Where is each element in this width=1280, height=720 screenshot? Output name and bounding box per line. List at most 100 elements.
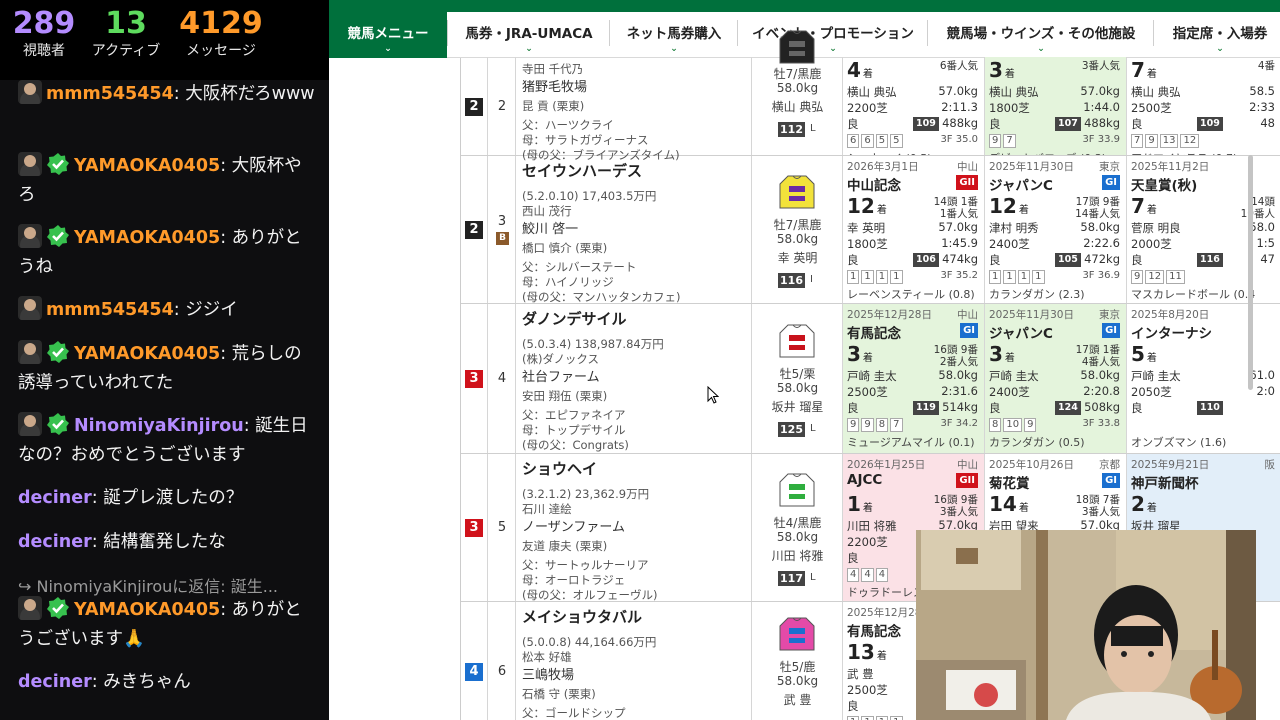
jockey-name[interactable]: 横山 典弘 <box>752 98 843 115</box>
chat-colon: : <box>91 672 104 692</box>
chevron-down-icon: ⌄ <box>1216 44 1224 54</box>
nav-divider <box>927 20 928 46</box>
field-info: 16頭 9番 3番人気 <box>933 494 978 518</box>
nav-item-2[interactable]: ネット馬券購入 ⌄ <box>611 12 737 58</box>
past-race: 2025年8月20日 インターナシ 5 着戸崎 圭太 61.0 2050芝 2:0 良 110 オ… <box>1127 304 1280 453</box>
jockey-name[interactable]: 川田 将雅 <box>752 547 843 564</box>
jockey-cell: 牡5/栗 58.0kg 坂井 瑠星 125 L <box>752 304 843 453</box>
chat-username[interactable]: mmm545454 <box>46 300 174 320</box>
race-distance: 1800芝 <box>847 237 888 251</box>
nav-item-4[interactable]: 競馬場・ウインズ・その他施設 ⌄ <box>929 12 1153 58</box>
corner-position: 6 <box>847 134 860 148</box>
race-track: 中山 <box>957 309 978 321</box>
chat-colon: : <box>220 156 232 176</box>
nav-item-5[interactable]: 指定席・入場券 ⌄ <box>1155 12 1280 58</box>
waku-cell: 4 <box>461 602 488 720</box>
finish-position: 12 着 <box>989 194 1029 218</box>
corner-position: 1 <box>861 716 874 720</box>
horse-name-link[interactable]: セイウンハーデス <box>522 160 642 181</box>
carried-weight: 58.0kg <box>776 674 819 688</box>
chat-text: 大阪杯だろwww <box>185 84 315 104</box>
past-race-cell[interactable]: 2025年11月30日 東京 ジャパンC GI 12 着 17頭 9番 14番人気 津村 明秀… <box>985 156 1127 303</box>
chat-colon: : <box>173 300 186 320</box>
past-race-cell[interactable]: 2025年11月30日 東京 ジャパンC GI 3 着 17頭 1番 4番人気 戸崎 圭太 58… <box>985 304 1127 453</box>
chat-username[interactable]: YAMAOKA0405 <box>74 600 220 620</box>
corner-position: 6 <box>861 134 874 148</box>
corner-position: 9 <box>847 418 860 432</box>
past-race-cell[interactable]: 2025年12月28日 中山 有馬記念 GI 3 着 16頭 9番 2番人気 戸崎 圭太 58.… <box>843 304 985 453</box>
webcam-image <box>916 530 1256 720</box>
chat-username[interactable]: NinomiyaKinjirou <box>74 416 244 436</box>
corner-position: 1 <box>1032 270 1045 284</box>
horse-info-line: 西山 茂行 <box>522 204 572 218</box>
chat-username[interactable]: deciner <box>18 488 92 508</box>
past-race-cell[interactable]: 2025年11月2日 天皇賞(秋) 7 着 14頭 10番人 菅原 明良 58.0 2000芝… <box>1127 156 1280 303</box>
chat-message: mmm545454: 大阪杯だろwww <box>18 80 318 109</box>
past-race-cell[interactable]: 2026年3月1日 中山 中山記念 GII 12 着 14頭 1番 1番人気幸 英明 57.0… <box>843 156 985 303</box>
jockey-name[interactable]: 武 豊 <box>752 691 843 708</box>
finish-position: 12 着 <box>847 194 887 218</box>
past-race-cell[interactable]: 7着4番横山 典弘58.52500芝2:33良10948791312アドマイヤテ… <box>1127 57 1280 155</box>
jockey-name[interactable]: 幸 英明 <box>752 249 843 266</box>
nav-item-1[interactable]: 馬券・JRA-UMACA ⌄ <box>449 12 609 58</box>
chat-username[interactable]: YAMAOKA0405 <box>74 344 220 364</box>
race-winner: レーベンスティール (0.8) <box>847 288 975 301</box>
horse-name-link[interactable]: ショウヘイ <box>522 458 597 479</box>
race-weight: 57.0kg <box>938 84 978 98</box>
nav-item-label: 馬券・JRA-UMACA <box>465 26 593 42</box>
jockey-name[interactable]: 坂井 瑠星 <box>752 398 843 415</box>
race-track: 東京 <box>1099 161 1120 173</box>
past-race-cell[interactable]: 2025年8月20日 インターナシ 5 着戸崎 圭太 61.0 2050芝 2:0 良 110 オ… <box>1127 304 1280 453</box>
finish-suffix: 着 <box>1018 205 1029 216</box>
horse-info-line: (5.0.0.8) 44,164.66万円 <box>522 635 657 649</box>
horse-info-cell: ダノンデサイル (5.0.3.4) 138,987.84万円 (株)ダノックス 社台フ… <box>516 304 752 453</box>
horse-name-link[interactable]: メイショウタバル <box>522 606 642 627</box>
user-avatar <box>18 596 42 620</box>
chat-username[interactable]: deciner <box>18 672 92 692</box>
past-race-cell[interactable]: 4 着 6番人気 横山 典弘 57.0kg 2200芝 2:11.3 良 109 488kg 6 6 5… <box>843 57 985 155</box>
rating-badge: 112 <box>778 122 805 137</box>
message-count-value: 4129 <box>179 6 263 41</box>
race-date: 2025年11月30日 <box>989 309 1074 321</box>
race-winner: デビットバローズ (0.3) <box>989 150 1106 155</box>
corner-position: 8 <box>989 418 1002 432</box>
race-jockey: 川田 将雅 <box>847 519 897 533</box>
field-info: 14頭 10番人 <box>1240 196 1275 220</box>
past-race-cell[interactable]: 3 着 3番人気 横山 典弘 57.0kg 1800芝 1:44.0 良 107 488kg 9 7 3… <box>985 57 1127 155</box>
active-count-label: アクティブ <box>91 43 161 59</box>
speed-index-badge: 107 <box>1055 117 1081 131</box>
last-3f-time: 3F 34.2 <box>940 418 978 429</box>
chat-colon: : <box>220 344 232 364</box>
race-grade-badge: GII <box>956 175 978 190</box>
horse-info-cell: メイショウタバル (5.0.0.8) 44,164.66万円 松本 好雄 三嶋牧場 石橋… <box>516 602 752 720</box>
field-info: 18頭 7番 3番人気 <box>1075 494 1120 518</box>
horse-info-line: (母の父：Congrats) <box>522 438 629 452</box>
corner-position: 11 <box>1166 270 1185 284</box>
race-grade-badge: GI <box>1102 175 1120 190</box>
horse-info-line: 三嶋牧場 <box>522 668 575 683</box>
chat-username[interactable]: mmm545454 <box>46 84 174 104</box>
finish-position: 2着 <box>1131 492 1157 516</box>
waku-badge: 2 <box>465 97 483 116</box>
chat-username[interactable]: YAMAOKA0405 <box>74 228 220 248</box>
race-date: 2025年11月2日 <box>1131 161 1210 173</box>
race-time: 1:44.0 <box>1083 100 1120 114</box>
body-weight: 488kg <box>942 116 978 130</box>
waku-cell: 3 <box>461 454 488 601</box>
horse-name-link[interactable]: ダノンデサイル <box>522 308 627 329</box>
page-scrollbar[interactable] <box>1248 155 1253 390</box>
track-condition: 良 <box>1131 401 1143 415</box>
horse-info-line: 安田 翔伍 (栗東) <box>522 389 608 403</box>
race-name: 有馬記念 <box>847 624 901 640</box>
speed-index-badge: 110 <box>1197 401 1223 415</box>
corner-position: 7 <box>890 418 903 432</box>
horse-number: 2 <box>497 98 507 114</box>
verified-badge-icon <box>47 597 69 619</box>
finish-suffix: 着 <box>862 353 873 364</box>
horse-info-line: 父：エピファネイア <box>522 408 626 422</box>
finish-suffix: 着 <box>1004 69 1015 80</box>
chat-username[interactable]: YAMAOKA0405 <box>74 156 220 176</box>
chat-username[interactable]: deciner <box>18 532 92 552</box>
nav-item-3[interactable]: イベント・プロモーション ⌄ <box>739 12 927 58</box>
nav-item-0[interactable]: 競馬メニュー ⌄ <box>329 12 447 58</box>
